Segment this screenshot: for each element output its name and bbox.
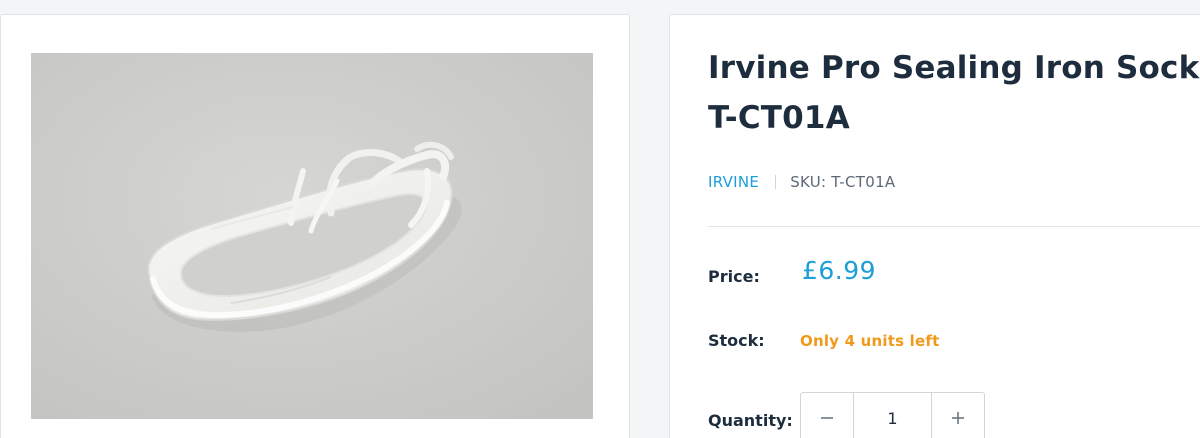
sku-label: SKU: (790, 173, 827, 191)
product-title: Irvine Pro Sealing Iron Sock T-CT01A (708, 50, 1200, 136)
stock-status: Only 4 units left (800, 332, 940, 350)
product-gallery (0, 14, 630, 438)
meta-separator (775, 175, 777, 189)
divider (708, 226, 1200, 227)
quantity-increase-button[interactable] (931, 393, 984, 438)
product-image[interactable] (31, 53, 593, 419)
price-value: £6.99 (802, 256, 877, 285)
quantity-input[interactable] (854, 393, 931, 438)
product-meta: IRVINE SKU: T-CT01A (708, 172, 896, 192)
quantity-decrease-button[interactable] (801, 393, 854, 438)
sealing-iron-sock-photo (31, 53, 593, 419)
vendor-link[interactable]: IRVINE (708, 173, 759, 191)
product-info: Irvine Pro Sealing Iron Sock T-CT01A IRV… (669, 14, 1200, 438)
plus-icon (952, 412, 964, 424)
stock-label: Stock: (708, 331, 765, 350)
price-label: Price: (708, 267, 760, 286)
quantity-label: Quantity: (708, 411, 793, 430)
minus-icon (821, 417, 833, 419)
sku-value: T-CT01A (831, 173, 896, 191)
product-page: Irvine Pro Sealing Iron Sock T-CT01A IRV… (0, 0, 1200, 438)
quantity-selector (800, 392, 985, 438)
